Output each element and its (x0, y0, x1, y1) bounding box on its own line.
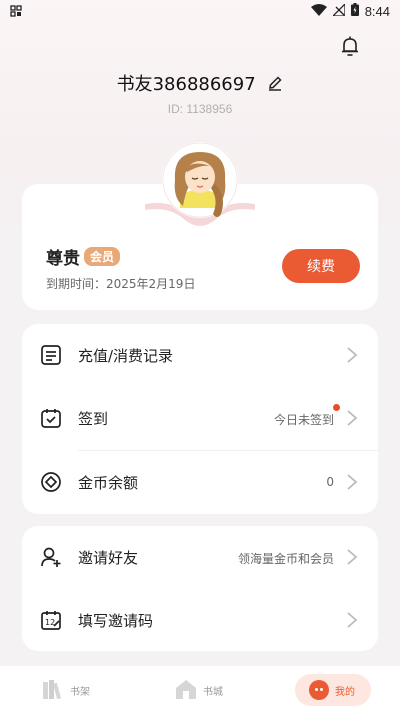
battery-icon (350, 3, 359, 19)
tab-bookshelf[interactable]: 书架 (42, 674, 90, 706)
coin-balance-value: 0 (326, 475, 334, 489)
notification-icon (10, 5, 22, 20)
chevron-right-icon (346, 473, 358, 491)
bookshelf-icon (42, 678, 64, 703)
wifi-icon (310, 3, 327, 19)
chevron-right-icon (346, 346, 358, 364)
username-row: 书友386886697 (0, 70, 400, 96)
calendar-check-icon (40, 407, 62, 429)
enter-invite-code-item[interactable]: 12 填写邀请码 (22, 589, 378, 652)
recharge-records-item[interactable]: 充值/消费记录 (22, 324, 378, 387)
invite-friends-hint: 领海量金币和会员 (237, 552, 334, 566)
invite-menu-card: 邀请好友 领海量金币和会员 12 填写邀请码 (22, 526, 378, 651)
coin-balance-item[interactable]: 金币余额 0 (22, 451, 378, 514)
recharge-records-label: 充值/消费记录 (78, 347, 174, 365)
edit-pencil-icon[interactable] (267, 75, 283, 96)
sign-in-red-dot (333, 404, 340, 411)
tab-bookstore-label: 书城 (203, 686, 223, 698)
notification-bell-icon[interactable] (338, 34, 362, 58)
home-icon (175, 678, 197, 703)
bottom-tab-bar: 书架 书城 我的 (0, 666, 400, 711)
tab-bookshelf-label: 书架 (70, 686, 90, 698)
vip-title-text: 尊贵 (46, 249, 80, 269)
username: 书友386886697 (116, 74, 256, 95)
status-bar: 8:44 (0, 0, 400, 24)
account-menu-card: 充值/消费记录 签到 今日未签到 金币余额 0 (22, 324, 378, 514)
add-user-icon (40, 546, 62, 568)
vip-expire-date: 到期时间：2025年2月19日 (46, 277, 196, 291)
chevron-right-icon (346, 611, 358, 629)
enter-invite-code-label: 填写邀请码 (78, 612, 154, 630)
tab-bookstore[interactable]: 书城 (175, 674, 223, 706)
signal-icon (331, 1, 346, 19)
vip-title: 尊贵 会员 (46, 244, 121, 269)
renew-button[interactable]: 续费 (282, 249, 360, 283)
vip-badge: 会员 (84, 247, 121, 266)
status-time: 8:44 (364, 3, 390, 19)
chevron-right-icon (346, 548, 358, 566)
sign-in-label: 签到 (78, 410, 109, 428)
avatar[interactable] (145, 140, 255, 235)
calendar-edit-icon: 12 (40, 609, 62, 631)
tab-mine[interactable]: 我的 (295, 674, 371, 706)
sign-in-status: 今日未签到 (273, 413, 334, 427)
invite-friends-item[interactable]: 邀请好友 领海量金币和会员 (22, 526, 378, 589)
mine-icon (309, 680, 329, 700)
user-id: ID: 1138956 (167, 102, 233, 116)
coin-icon (40, 471, 62, 493)
sign-in-item[interactable]: 签到 今日未签到 (22, 387, 378, 450)
coin-balance-label: 金币余额 (78, 474, 139, 492)
chevron-right-icon (346, 409, 358, 427)
tab-mine-label: 我的 (335, 686, 355, 698)
invite-friends-label: 邀请好友 (78, 549, 139, 567)
document-list-icon (40, 344, 62, 366)
